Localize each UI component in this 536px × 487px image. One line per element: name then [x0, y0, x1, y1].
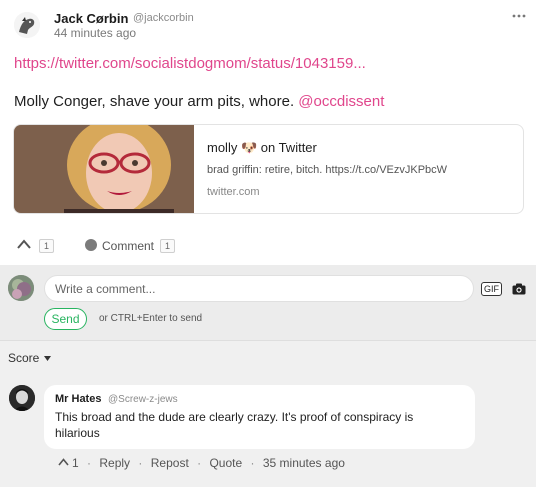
comment-timestamp[interactable]: 35 minutes ago	[263, 456, 345, 470]
post-text: Molly Conger, shave your arm pits, whore…	[14, 93, 384, 110]
current-user-avatar	[8, 275, 34, 301]
camera-icon[interactable]	[512, 283, 526, 295]
comment-body: This broad and the dude are clearly craz…	[55, 410, 414, 440]
mention-link[interactable]: @occdissent	[298, 93, 384, 110]
author-handle[interactable]: @jackcorbin	[133, 12, 194, 24]
caret-down-icon[interactable]	[44, 356, 51, 361]
gif-button[interactable]: GIF	[481, 282, 502, 296]
user-avatar-icon	[9, 385, 35, 411]
comment-author-handle[interactable]: @Screw-z-jews	[108, 394, 178, 405]
comment-author-name[interactable]: Mr Hates	[55, 393, 101, 405]
sort-dropdown[interactable]: Score	[8, 351, 39, 365]
more-options-icon[interactable]	[512, 12, 526, 20]
upvote-chevron-icon[interactable]	[17, 239, 31, 249]
user-avatar-icon	[8, 275, 34, 301]
link-preview-description: brad griffin: retire, bitch. https://t.c…	[207, 164, 448, 176]
separator: ·	[87, 455, 92, 470]
comment-composer: GIF Send or CTRL+Enter to send	[0, 265, 536, 340]
link-preview-image	[14, 125, 194, 213]
post-timestamp[interactable]: 44 minutes ago	[54, 26, 136, 40]
reply-button[interactable]: Reply	[99, 456, 130, 470]
portrait-photo	[14, 125, 194, 213]
comment-upvote-count: 1	[72, 456, 79, 471]
user-avatar-icon	[14, 12, 40, 38]
send-shortcut-hint: or CTRL+Enter to send	[99, 313, 203, 324]
post-text-body: Molly Conger, shave your arm pits, whore…	[14, 93, 295, 110]
comment-actions: 1 · Reply · Repost · Quote · 35 minutes …	[58, 455, 345, 470]
link-preview-card[interactable]: molly 🐶 on Twitter brad griffin: retire,…	[13, 124, 524, 214]
quote-button[interactable]: Quote	[209, 456, 242, 470]
upvote-count: 1	[39, 239, 55, 253]
comment-input[interactable]	[44, 275, 474, 302]
comment-bubble-icon[interactable]	[85, 239, 97, 251]
post-link[interactable]: https://twitter.com/socialistdogmom/stat…	[14, 55, 366, 72]
author-avatar[interactable]	[14, 12, 40, 38]
post-card: Jack Cørbin @jackcorbin 44 minutes ago h…	[0, 0, 536, 265]
comment-button[interactable]: Comment	[102, 239, 154, 253]
comments-section: Score Mr Hates @Screw-z-jews This broad …	[0, 340, 536, 487]
upvote-chevron-icon[interactable]	[58, 458, 69, 466]
separator: ·	[197, 455, 202, 470]
comment-count: 1	[160, 239, 176, 253]
send-button[interactable]: Send	[44, 308, 87, 330]
repost-button[interactable]: Repost	[151, 456, 189, 470]
separator: ·	[138, 455, 143, 470]
link-preview-title: molly 🐶 on Twitter	[207, 140, 317, 155]
link-preview-domain: twitter.com	[207, 186, 260, 198]
comment-author-avatar[interactable]	[9, 385, 35, 411]
separator: ·	[250, 455, 255, 470]
comment-upvote-button[interactable]: 1	[58, 455, 79, 470]
comment-bubble: Mr Hates @Screw-z-jews This broad and th…	[44, 385, 475, 449]
author-name[interactable]: Jack Cørbin	[54, 11, 128, 26]
